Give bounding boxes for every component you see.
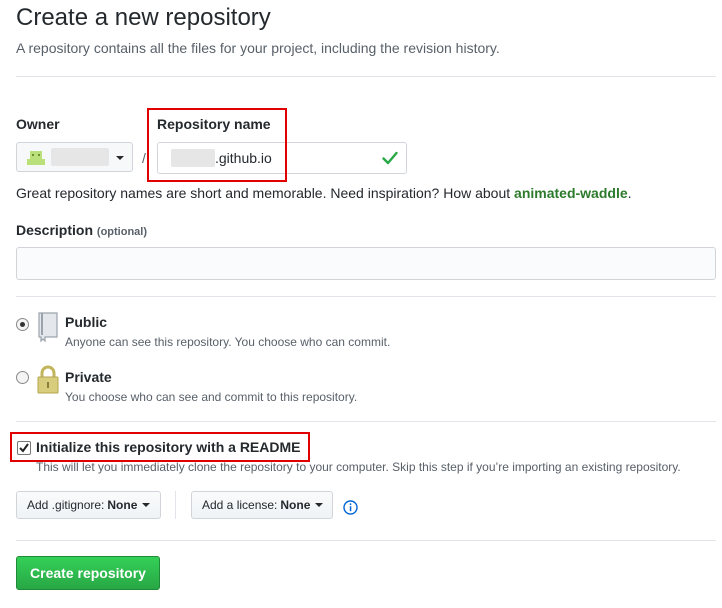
divider [16,540,716,541]
owner-repo-separator: / [142,150,146,166]
chevron-down-icon [116,156,124,160]
repo-book-icon [38,312,58,343]
owner-avatar [27,151,45,165]
description-label: Description (optional) [16,222,147,238]
chevron-down-icon [315,503,324,507]
license-value: None [280,498,311,512]
gitignore-value: None [107,498,138,512]
divider [16,421,716,422]
public-title: Public [65,314,108,330]
lock-icon [37,365,59,394]
divider [175,491,176,519]
optional-tag: (optional) [96,226,148,238]
divider [16,76,716,77]
create-repository-button[interactable]: Create repository [16,556,160,590]
divider [16,296,716,297]
page-title: Create a new repository [16,4,271,31]
repo-name-hint: Great repository names are short and mem… [16,185,632,201]
repo-name-highlight [147,108,287,182]
private-radio[interactable] [16,371,29,384]
readme-desc: This will let you immediately clone the … [36,460,681,474]
suggestion-link[interactable]: animated-waddle [514,185,628,201]
owner-select[interactable] [16,142,133,172]
license-prefix: Add a license: [202,498,278,512]
license-dropdown[interactable]: Add a license: None [191,491,333,519]
gitignore-prefix: Add .gitignore: [27,498,105,512]
owner-name-redacted [51,148,109,166]
page-subtitle: A repository contains all the files for … [16,40,500,56]
public-desc: Anyone can see this repository. You choo… [65,335,391,349]
readme-highlight [10,432,310,462]
hint-end: . [627,185,632,201]
hint-text: Great repository names are short and mem… [16,185,515,201]
description-input[interactable] [16,247,716,280]
info-icon[interactable] [343,500,358,515]
private-desc: You choose who can see and commit to thi… [65,390,358,404]
check-icon [382,151,398,165]
public-radio[interactable] [16,318,29,331]
owner-label: Owner [16,116,60,132]
gitignore-dropdown[interactable]: Add .gitignore: None [16,491,161,519]
description-label-text: Description [16,222,94,238]
chevron-down-icon [142,503,151,507]
private-title: Private [65,369,112,385]
